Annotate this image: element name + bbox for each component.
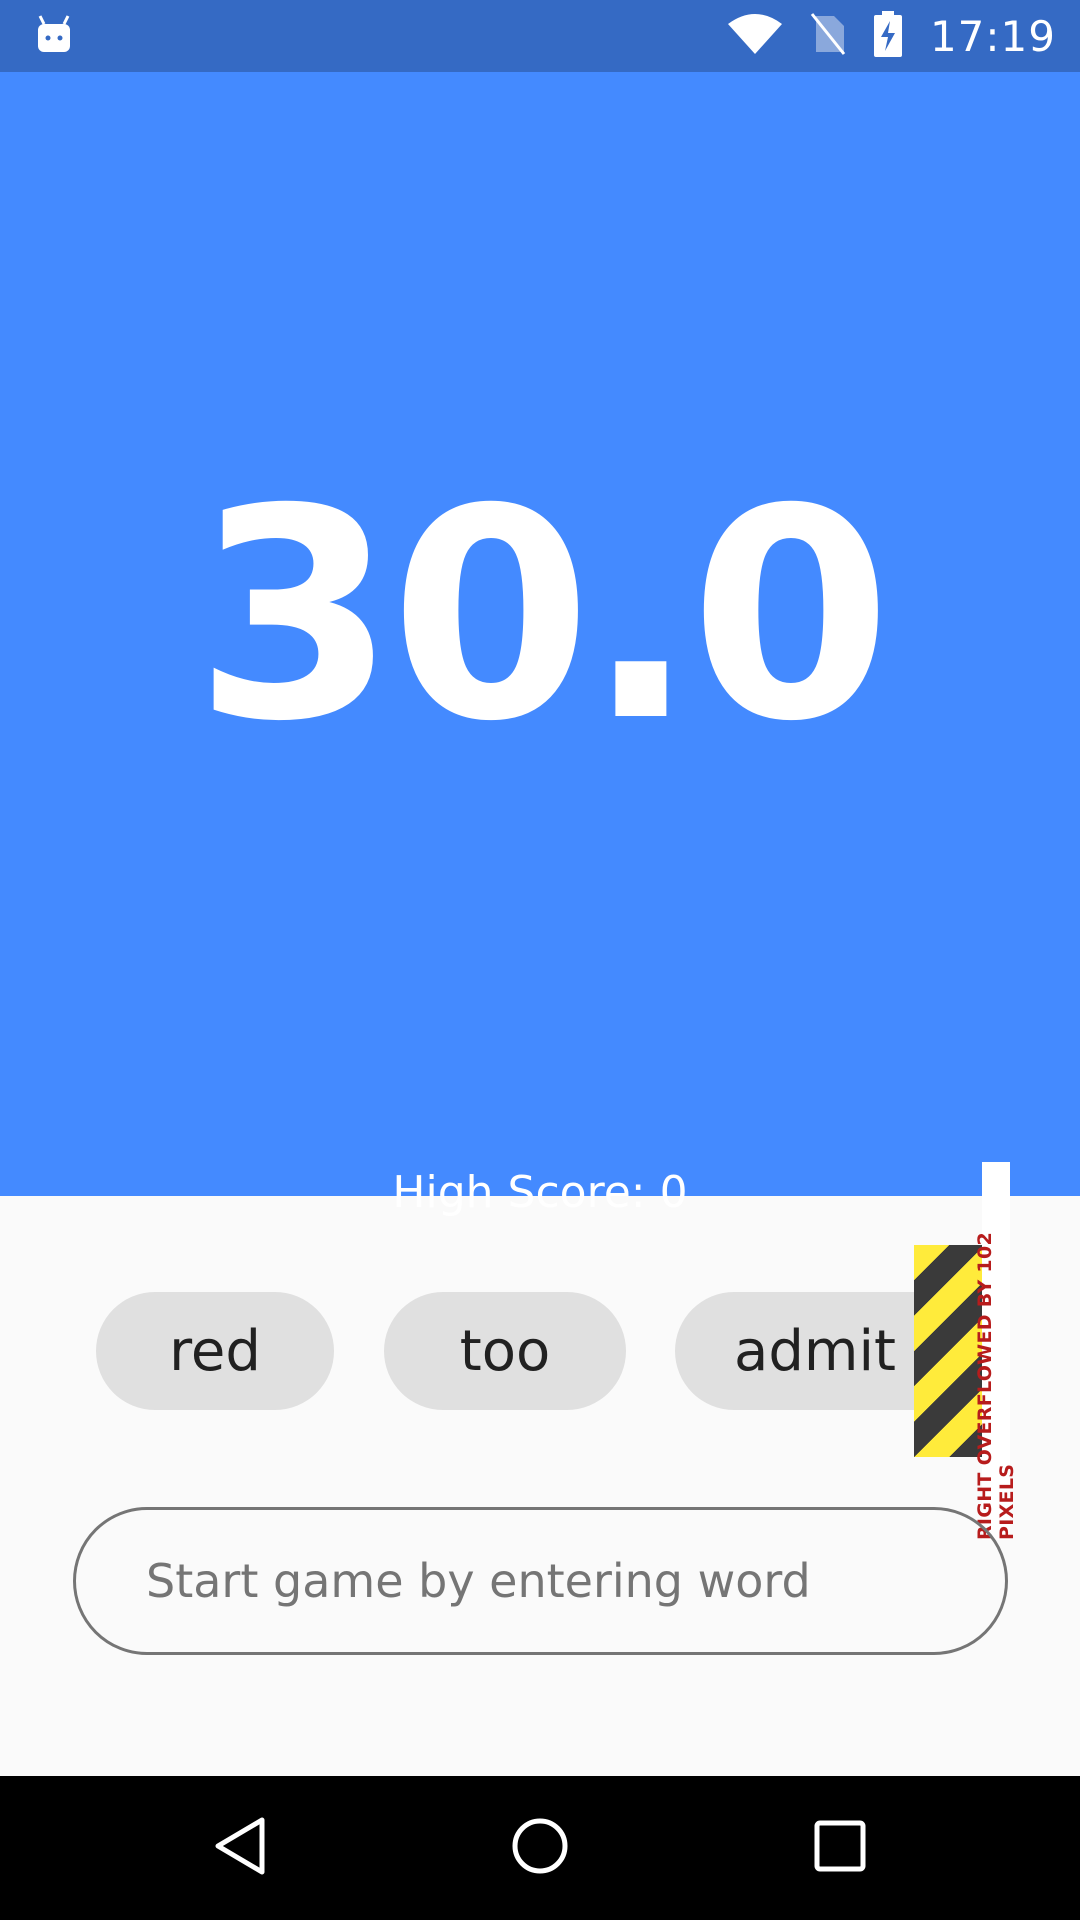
overflow-warning-label: RIGHT OVERFLOWED BY 102 PIXELS [974,1162,1018,1540]
status-bar: 17:19 [0,0,1080,72]
status-icons: 17:19 [727,0,1056,72]
home-icon [510,1816,570,1880]
navigation-bar [0,1776,1080,1920]
word-input-field[interactable]: Start game by entering word [73,1507,1008,1655]
word-chip-label: admit [734,1318,896,1384]
status-time: 17:19 [929,11,1056,61]
recents-button[interactable] [760,1776,920,1920]
word-input-placeholder: Start game by entering word [146,1554,811,1608]
word-chip[interactable]: too [384,1292,626,1410]
battery-charging-icon [873,11,902,61]
timer-panel: 30.0 High Score: 0 [0,72,1080,1218]
home-button[interactable] [460,1776,620,1920]
back-icon [212,1816,268,1880]
no-sim-icon [810,12,846,60]
high-score-label: High Score: 0 [392,1167,688,1218]
android-debug-icon [36,14,72,54]
wifi-icon [727,14,782,58]
countdown-timer: 30.0 [194,448,892,785]
recents-icon [813,1819,867,1877]
word-chip[interactable]: red [96,1292,334,1410]
back-button[interactable] [160,1776,320,1920]
word-chip-label: red [169,1318,261,1384]
word-chip[interactable]: admit [675,1292,935,1410]
word-chip-label: too [459,1318,551,1384]
